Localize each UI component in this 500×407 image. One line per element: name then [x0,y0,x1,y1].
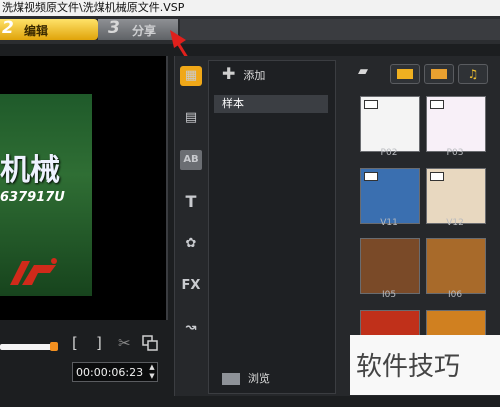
thumb-label: P03 [446,148,464,158]
graphic-icon[interactable]: ✿ [180,234,202,254]
film-icon [430,100,444,109]
timecode-spinner[interactable]: ▲ ▼ [146,363,158,381]
path-icon[interactable]: ↝ [180,318,202,338]
tab-edit[interactable]: 2 编辑 [0,18,98,40]
folder-item-sample[interactable]: 样本 [214,95,328,113]
plus-icon: ✚ [222,64,236,83]
browse-icon [222,373,240,385]
scrubber-handle[interactable] [50,342,58,351]
preview-overlay-number: 637917U [0,190,65,205]
copy-icon[interactable] [142,335,158,351]
scrubber-track[interactable] [0,344,55,350]
watermark-text: 软件技巧 [356,352,461,382]
transition-ab-icon[interactable]: AB [180,150,202,170]
browse-label: 浏览 [248,372,270,385]
show-video-button[interactable] [390,64,420,84]
window-title-text: 洗煤视频原文件\洗煤机械原文件.VSP [2,1,185,14]
thumb-label: I06 [447,290,463,300]
thumb-label: V11 [380,218,398,228]
tab-share-number: 3 [108,18,120,38]
library-thumb[interactable] [426,96,486,152]
mark-in-button[interactable]: [ [72,334,78,352]
library-thumb[interactable] [426,238,486,294]
tab-edit-number: 2 [2,18,14,38]
playback-controls [0,320,172,400]
film-icon [364,172,378,181]
media-library-icon[interactable]: ▦ [180,66,202,86]
thumb-label: P02 [380,148,398,158]
window-title: 洗煤视频原文件\洗煤机械原文件.VSP [0,0,500,16]
film-icon [364,100,378,109]
library-toolbar: ▰ ♫ [338,60,500,88]
library-thumb[interactable] [360,168,420,224]
thumb-label: V12 [446,218,464,228]
video-filter-icon[interactable]: ▤ [180,108,202,128]
mark-out-button[interactable]: ] [96,334,102,352]
add-folder-label: 添加 [243,69,266,82]
film-icon [430,172,444,181]
scissors-icon[interactable]: ✂ [118,334,131,352]
company-logo-icon [10,258,57,285]
library-category-strip: ▦ ▤ AB T ✿ FX ↝ [176,60,206,392]
library-thumb[interactable] [360,238,420,294]
browse-button[interactable]: 浏览 [222,370,322,388]
library-thumb[interactable] [360,96,420,152]
music-note-icon[interactable]: ♫ [458,64,488,84]
library-thumb[interactable] [426,168,486,224]
fx-icon[interactable]: FX [180,276,202,296]
preview-overlay-title: 机械 [0,153,60,188]
photo-filter-icon [431,69,447,79]
tab-edit-label: 编辑 [24,24,49,38]
title-icon[interactable]: T [180,192,202,212]
show-photo-button[interactable] [424,64,454,84]
thumb-label: I05 [381,290,397,300]
video-filter-icon [397,69,413,79]
folder-icon[interactable]: ▰ [358,64,378,82]
add-folder-button[interactable]: ✚ 添加 [222,65,322,83]
